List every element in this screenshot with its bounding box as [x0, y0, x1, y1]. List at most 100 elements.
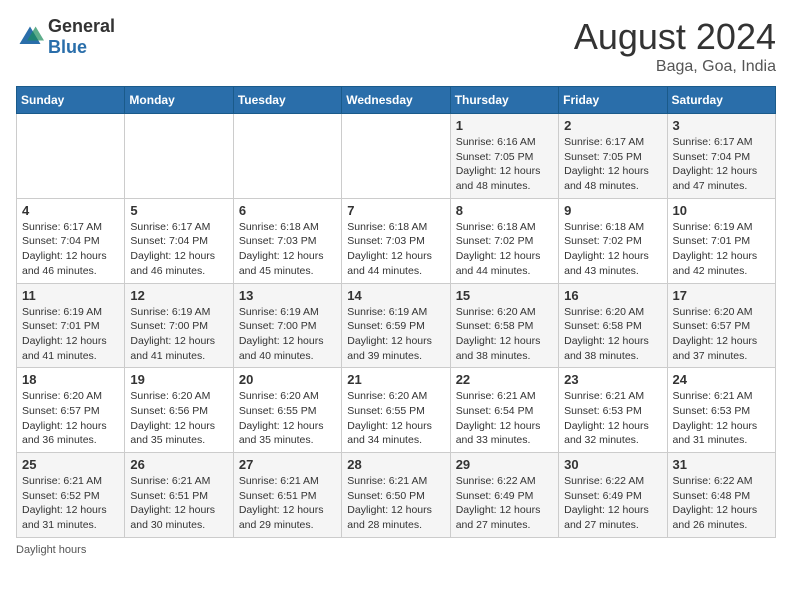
weekday-header: Thursday — [450, 87, 558, 114]
logo-general-text: General — [48, 16, 115, 36]
day-info: Sunrise: 6:18 AM Sunset: 7:02 PM Dayligh… — [456, 220, 553, 279]
calendar-week-row: 18 Sunrise: 6:20 AM Sunset: 6:57 PM Dayli… — [17, 368, 776, 453]
calendar-cell: 20 Sunrise: 6:20 AM Sunset: 6:55 PM Dayli… — [233, 368, 341, 453]
calendar-cell: 22 Sunrise: 6:21 AM Sunset: 6:54 PM Dayli… — [450, 368, 558, 453]
day-info: Sunrise: 6:20 AM Sunset: 6:55 PM Dayligh… — [239, 389, 336, 448]
weekday-header: Friday — [559, 87, 667, 114]
day-number: 22 — [456, 372, 553, 387]
day-info: Sunrise: 6:21 AM Sunset: 6:54 PM Dayligh… — [456, 389, 553, 448]
month-year-title: August 2024 — [574, 16, 776, 58]
calendar-week-row: 4 Sunrise: 6:17 AM Sunset: 7:04 PM Daylig… — [17, 198, 776, 283]
calendar-week-row: 1Sunrise: 6:16 AM Sunset: 7:05 PM Daylig… — [17, 114, 776, 199]
day-number: 18 — [22, 372, 119, 387]
calendar-cell: 6Sunrise: 6:18 AM Sunset: 7:03 PM Daylig… — [233, 198, 341, 283]
day-info: Sunrise: 6:21 AM Sunset: 6:50 PM Dayligh… — [347, 474, 444, 533]
day-number: 25 — [22, 457, 119, 472]
day-number: 24 — [673, 372, 770, 387]
calendar-cell — [233, 114, 341, 199]
calendar-cell: 24 Sunrise: 6:21 AM Sunset: 6:53 PM Dayli… — [667, 368, 775, 453]
day-info: Sunrise: 6:21 AM Sunset: 6:52 PM Dayligh… — [22, 474, 119, 533]
day-info: Sunrise: 6:18 AM Sunset: 7:03 PM Dayligh… — [239, 220, 336, 279]
calendar-cell: 1Sunrise: 6:16 AM Sunset: 7:05 PM Daylig… — [450, 114, 558, 199]
day-number: 11 — [22, 288, 119, 303]
calendar-cell: 26 Sunrise: 6:21 AM Sunset: 6:51 PM Dayli… — [125, 453, 233, 538]
day-info: Sunrise: 6:22 AM Sunset: 6:48 PM Dayligh… — [673, 474, 770, 533]
calendar-cell: 15Sunrise: 6:20 AM Sunset: 6:58 PM Dayli… — [450, 283, 558, 368]
day-number: 14 — [347, 288, 444, 303]
calendar-cell — [125, 114, 233, 199]
calendar-cell: 17 Sunrise: 6:20 AM Sunset: 6:57 PM Dayli… — [667, 283, 775, 368]
title-block: August 2024 Baga, Goa, India — [574, 16, 776, 76]
day-number: 16 — [564, 288, 661, 303]
day-number: 1 — [456, 118, 553, 133]
day-info: Sunrise: 6:21 AM Sunset: 6:51 PM Dayligh… — [239, 474, 336, 533]
calendar-cell: 21Sunrise: 6:20 AM Sunset: 6:55 PM Dayli… — [342, 368, 450, 453]
calendar-cell: 2 Sunrise: 6:17 AM Sunset: 7:05 PM Daylig… — [559, 114, 667, 199]
day-info: Sunrise: 6:17 AM Sunset: 7:04 PM Dayligh… — [673, 135, 770, 194]
day-number: 27 — [239, 457, 336, 472]
day-number: 3 — [673, 118, 770, 133]
day-info: Sunrise: 6:21 AM Sunset: 6:53 PM Dayligh… — [673, 389, 770, 448]
calendar-week-row: 25 Sunrise: 6:21 AM Sunset: 6:52 PM Dayli… — [17, 453, 776, 538]
day-info: Sunrise: 6:20 AM Sunset: 6:55 PM Dayligh… — [347, 389, 444, 448]
calendar-cell: 12Sunrise: 6:19 AM Sunset: 7:00 PM Dayli… — [125, 283, 233, 368]
day-info: Sunrise: 6:19 AM Sunset: 7:00 PM Dayligh… — [239, 305, 336, 364]
day-info: Sunrise: 6:21 AM Sunset: 6:53 PM Dayligh… — [564, 389, 661, 448]
day-info: Sunrise: 6:17 AM Sunset: 7:05 PM Dayligh… — [564, 135, 661, 194]
day-info: Sunrise: 6:19 AM Sunset: 6:59 PM Dayligh… — [347, 305, 444, 364]
day-info: Sunrise: 6:19 AM Sunset: 7:01 PM Dayligh… — [22, 305, 119, 364]
calendar-cell: 23 Sunrise: 6:21 AM Sunset: 6:53 PM Dayli… — [559, 368, 667, 453]
calendar-cell: 14 Sunrise: 6:19 AM Sunset: 6:59 PM Dayli… — [342, 283, 450, 368]
weekday-header: Monday — [125, 87, 233, 114]
day-number: 17 — [673, 288, 770, 303]
day-number: 26 — [130, 457, 227, 472]
day-number: 23 — [564, 372, 661, 387]
page-header: General Blue August 2024 Baga, Goa, Indi… — [16, 16, 776, 76]
day-number: 20 — [239, 372, 336, 387]
calendar-cell: 16 Sunrise: 6:20 AM Sunset: 6:58 PM Dayli… — [559, 283, 667, 368]
day-number: 10 — [673, 203, 770, 218]
calendar-cell: 19Sunrise: 6:20 AM Sunset: 6:56 PM Dayli… — [125, 368, 233, 453]
calendar-cell: 11 Sunrise: 6:19 AM Sunset: 7:01 PM Dayli… — [17, 283, 125, 368]
calendar-cell: 8Sunrise: 6:18 AM Sunset: 7:02 PM Daylig… — [450, 198, 558, 283]
footer: Daylight hours — [16, 544, 776, 556]
day-number: 19 — [130, 372, 227, 387]
weekday-header: Tuesday — [233, 87, 341, 114]
calendar-cell: 3 Sunrise: 6:17 AM Sunset: 7:04 PM Daylig… — [667, 114, 775, 199]
calendar-cell: 30Sunrise: 6:22 AM Sunset: 6:49 PM Dayli… — [559, 453, 667, 538]
day-number: 13 — [239, 288, 336, 303]
day-number: 7 — [347, 203, 444, 218]
daylight-label: Daylight hours — [16, 544, 86, 556]
day-info: Sunrise: 6:20 AM Sunset: 6:57 PM Dayligh… — [22, 389, 119, 448]
calendar-cell: 27 Sunrise: 6:21 AM Sunset: 6:51 PM Dayli… — [233, 453, 341, 538]
day-info: Sunrise: 6:20 AM Sunset: 6:57 PM Dayligh… — [673, 305, 770, 364]
day-number: 28 — [347, 457, 444, 472]
day-number: 31 — [673, 457, 770, 472]
calendar-cell: 13 Sunrise: 6:19 AM Sunset: 7:00 PM Dayli… — [233, 283, 341, 368]
day-info: Sunrise: 6:19 AM Sunset: 7:00 PM Dayligh… — [130, 305, 227, 364]
calendar-cell: 29Sunrise: 6:22 AM Sunset: 6:49 PM Dayli… — [450, 453, 558, 538]
day-number: 2 — [564, 118, 661, 133]
day-info: Sunrise: 6:18 AM Sunset: 7:02 PM Dayligh… — [564, 220, 661, 279]
day-info: Sunrise: 6:17 AM Sunset: 7:04 PM Dayligh… — [130, 220, 227, 279]
calendar-cell: 31 Sunrise: 6:22 AM Sunset: 6:48 PM Dayli… — [667, 453, 775, 538]
weekday-header-row: SundayMondayTuesdayWednesdayThursdayFrid… — [17, 87, 776, 114]
calendar-table: SundayMondayTuesdayWednesdayThursdayFrid… — [16, 86, 776, 538]
day-number: 29 — [456, 457, 553, 472]
day-info: Sunrise: 6:17 AM Sunset: 7:04 PM Dayligh… — [22, 220, 119, 279]
calendar-cell — [17, 114, 125, 199]
day-info: Sunrise: 6:19 AM Sunset: 7:01 PM Dayligh… — [673, 220, 770, 279]
day-info: Sunrise: 6:20 AM Sunset: 6:58 PM Dayligh… — [564, 305, 661, 364]
day-info: Sunrise: 6:18 AM Sunset: 7:03 PM Dayligh… — [347, 220, 444, 279]
calendar-cell: 9Sunrise: 6:18 AM Sunset: 7:02 PM Daylig… — [559, 198, 667, 283]
day-info: Sunrise: 6:22 AM Sunset: 6:49 PM Dayligh… — [564, 474, 661, 533]
calendar-cell: 5 Sunrise: 6:17 AM Sunset: 7:04 PM Daylig… — [125, 198, 233, 283]
logo: General Blue — [16, 16, 115, 58]
day-number: 4 — [22, 203, 119, 218]
weekday-header: Wednesday — [342, 87, 450, 114]
weekday-header: Sunday — [17, 87, 125, 114]
day-number: 5 — [130, 203, 227, 218]
calendar-cell: 18 Sunrise: 6:20 AM Sunset: 6:57 PM Dayli… — [17, 368, 125, 453]
day-info: Sunrise: 6:21 AM Sunset: 6:51 PM Dayligh… — [130, 474, 227, 533]
calendar-cell: 25 Sunrise: 6:21 AM Sunset: 6:52 PM Dayli… — [17, 453, 125, 538]
